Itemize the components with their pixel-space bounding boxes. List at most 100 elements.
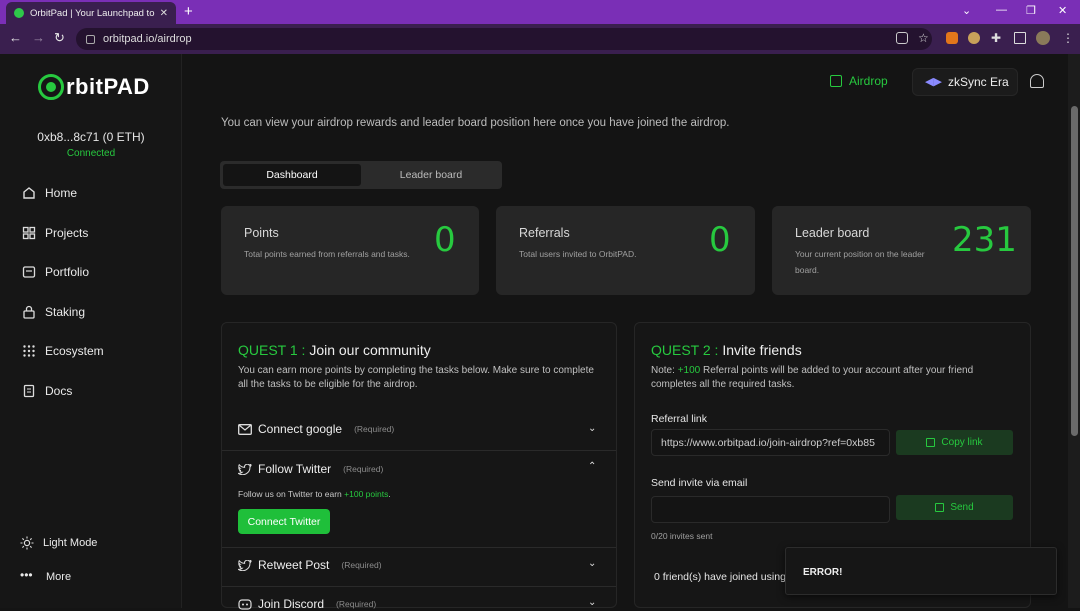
task-connect-google[interactable]: Connect google (Required) [238, 422, 394, 436]
chevron-down-icon[interactable]: ⌄ [588, 597, 596, 608]
stat-title: Points [244, 226, 279, 240]
email-invite-field[interactable] [651, 496, 890, 523]
sidebar-item-portfolio[interactable]: Portfolio [22, 265, 89, 279]
network-label: zkSync Era [948, 75, 1009, 89]
send-label: Send [950, 502, 974, 513]
more-label: More [46, 571, 72, 583]
airdrop-link[interactable]: Airdrop [830, 74, 888, 88]
stat-card-leader-board: Leader board Your current position on th… [772, 206, 1031, 295]
error-toast-text: ERROR! [803, 567, 843, 578]
stat-card-points: Points Total points earned from referral… [221, 206, 479, 295]
more-menu[interactable]: ••• More [20, 568, 72, 584]
cookie-extension-icon[interactable] [968, 32, 980, 44]
referral-link-field[interactable]: https://www.orbitpad.io/join-airdrop?ref… [651, 429, 890, 456]
orbitpad-logo[interactable]: rbitPAD [38, 74, 150, 100]
quest2-title-text: Invite friends [718, 342, 802, 358]
bookmark-star-icon[interactable]: ☆ [918, 32, 930, 44]
quest1-prefix: QUEST 1 : [238, 342, 306, 358]
quest2-note: Note: +100 Referral points will be added… [651, 364, 1006, 392]
light-mode-toggle[interactable]: Light Mode [20, 536, 97, 550]
task-label: Connect google [258, 422, 343, 436]
sidebar-item-staking[interactable]: Staking [22, 305, 85, 319]
follow-note-end: . [388, 489, 391, 499]
airdrop-label: Airdrop [849, 74, 888, 88]
sidebar-item-label: Home [45, 186, 78, 200]
document-icon [23, 384, 35, 398]
divider [222, 586, 616, 587]
divider [222, 450, 616, 451]
note-text: Referral points will be added to your ac… [651, 365, 974, 390]
error-toast[interactable]: ERROR! [785, 547, 1057, 595]
network-selector[interactable]: ◀▶ zkSync Era [912, 68, 1018, 96]
browser-tab[interactable]: OrbitPad | Your Launchpad to Su ✕ [6, 2, 176, 24]
tab-title: OrbitPad | Your Launchpad to Su [30, 7, 156, 19]
stat-value: 231 [952, 220, 1017, 260]
url-bar[interactable]: orbitpad.io/airdrop [76, 28, 932, 50]
copy-link-label: Copy link [941, 437, 983, 448]
minimize-icon[interactable]: — [996, 4, 1007, 16]
tab-search-icon[interactable]: ⌄ [962, 4, 971, 17]
sidebar-item-projects[interactable]: Projects [22, 226, 88, 240]
tab-leader-board[interactable]: Leader board [364, 164, 498, 186]
bell-icon[interactable] [1030, 74, 1044, 88]
stat-value: 0 [434, 220, 456, 260]
metamask-icon[interactable] [946, 32, 958, 44]
more-dots-icon: ••• [20, 568, 33, 582]
task-required: (Required) [343, 464, 384, 474]
light-mode-label: Light Mode [43, 537, 98, 549]
dashboard-tabs: Dashboard Leader board [220, 161, 502, 189]
divider [222, 547, 616, 548]
extensions-puzzle-icon[interactable]: ✚ [991, 32, 1003, 44]
friends-joined-text: 0 friend(s) have joined using [654, 571, 786, 583]
stat-card-referrals: Referrals Total users invited to OrbitPA… [496, 206, 755, 295]
restore-icon[interactable]: ❐ [1026, 4, 1036, 17]
intro-text: You can view your airdrop rewards and le… [221, 117, 730, 129]
close-window-icon[interactable]: ✕ [1058, 4, 1067, 17]
favicon-icon [14, 8, 24, 18]
chevron-down-icon[interactable]: ⌄ [588, 423, 596, 434]
connect-twitter-button[interactable]: Connect Twitter [238, 509, 330, 534]
menu-kebab-icon[interactable]: ⋮ [1062, 32, 1074, 44]
copy-link-button[interactable]: Copy link [896, 430, 1013, 455]
sidebar-item-label: Portfolio [45, 265, 90, 279]
sun-icon [20, 536, 34, 550]
sidebar-item-ecosystem[interactable]: Ecosystem [22, 344, 104, 358]
share-icon[interactable] [896, 32, 908, 44]
url-text: orbitpad.io/airdrop [103, 33, 192, 45]
wallet-address: 0xb8...8c71 (0 ETH) [37, 130, 145, 144]
chevron-down-icon[interactable]: ⌄ [588, 558, 596, 569]
back-icon[interactable]: ← [9, 30, 22, 45]
orbit-logo-icon [38, 74, 64, 100]
task-required: (Required) [341, 560, 382, 570]
mail-icon [238, 423, 252, 435]
sidebar-item-label: Staking [45, 305, 86, 319]
home-icon [23, 187, 35, 199]
sidebar-item-docs[interactable]: Docs [22, 384, 72, 398]
send-invite-button[interactable]: Send [896, 495, 1013, 520]
reload-icon[interactable]: ↻ [54, 30, 65, 46]
task-join-discord[interactable]: Join Discord (Required) [238, 597, 376, 611]
sidebar-item-home[interactable]: Home [22, 186, 77, 200]
sidebar-item-label: Docs [45, 384, 73, 398]
invites-sent-count: 0/20 invites sent [651, 531, 713, 541]
tab-dashboard[interactable]: Dashboard [223, 164, 361, 186]
quest1-desc: You can earn more points by completing t… [238, 365, 594, 390]
stat-value: 0 [709, 220, 731, 260]
sidebar-item-label: Projects [45, 226, 89, 240]
portfolio-icon [22, 266, 36, 278]
quest2-title: QUEST 2 : Invite friends [651, 342, 802, 358]
referral-link-label: Referral link [651, 413, 708, 425]
quest2-prefix: QUEST 2 : [651, 342, 719, 358]
stat-desc: Total points earned from referrals and t… [244, 249, 410, 259]
scrollbar-thumb[interactable] [1071, 106, 1078, 436]
tab-close-icon[interactable]: ✕ [160, 8, 168, 19]
task-retweet-post[interactable]: Retweet Post (Required) [238, 558, 382, 572]
new-tab-button[interactable]: + [184, 3, 193, 20]
side-panel-icon[interactable] [1014, 32, 1026, 44]
profile-avatar[interactable] [1036, 31, 1050, 45]
task-label: Follow Twitter [258, 462, 332, 476]
follow-note-text: Follow us on Twitter to earn [238, 489, 345, 499]
task-follow-twitter[interactable]: Follow Twitter (Required) [238, 462, 383, 476]
chevron-up-icon[interactable]: ⌃ [588, 461, 596, 472]
forward-icon[interactable]: → [32, 30, 45, 45]
